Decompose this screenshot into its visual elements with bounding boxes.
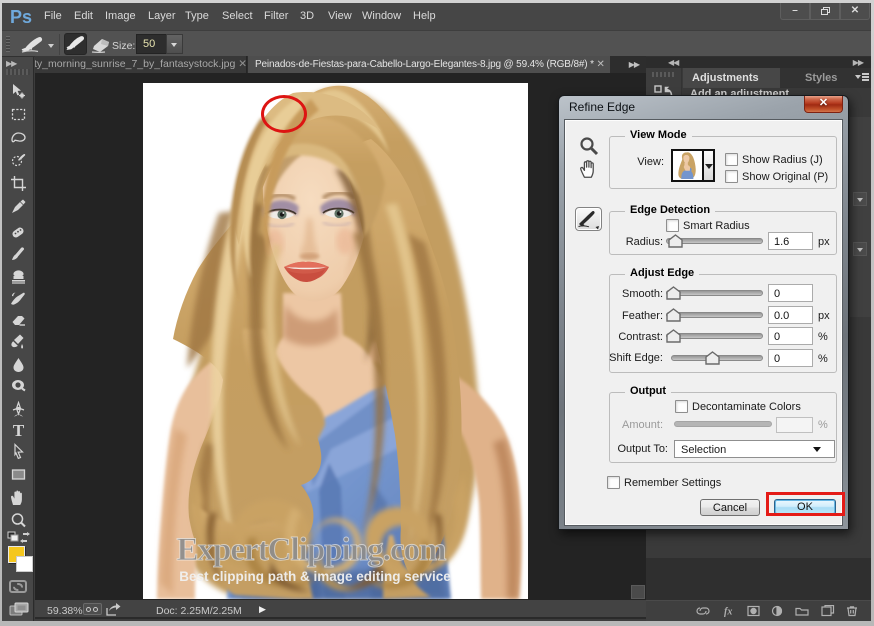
svg-text:ExpertClipping.com: ExpertClipping.com xyxy=(177,532,446,568)
svg-text:fx: fx xyxy=(724,607,732,618)
svg-text:Best clipping path & image edi: Best clipping path & image editing servi… xyxy=(179,569,451,584)
